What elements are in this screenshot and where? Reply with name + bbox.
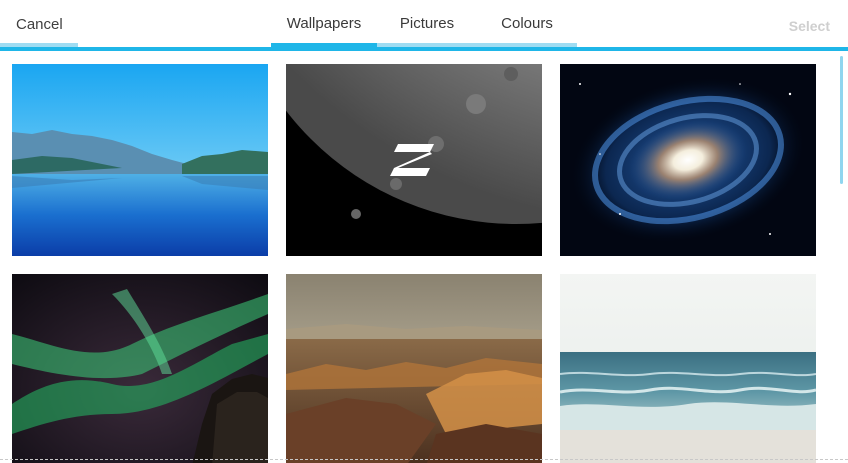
galaxy-image [560, 64, 816, 256]
wallpaper-grid [12, 64, 816, 463]
bottom-divider [0, 459, 848, 460]
tab-colours[interactable]: Colours [477, 0, 577, 47]
wallpaper-thumb-moon[interactable] [286, 64, 542, 256]
cancel-button[interactable]: Cancel [16, 16, 63, 34]
lake-mountains-image [12, 64, 268, 256]
tab-colours-label: Colours [501, 15, 553, 32]
wallpaper-thumb-aurora[interactable] [12, 274, 268, 463]
wallpaper-thumb-lake-mountains[interactable] [12, 64, 268, 256]
scrollbar-thumb[interactable] [840, 56, 843, 184]
wallpaper-thumb-sea[interactable] [560, 274, 816, 463]
select-button[interactable]: Select [789, 17, 830, 35]
tab-wallpapers-label: Wallpapers [286, 15, 362, 32]
tab-bar: Wallpapers Pictures Colours [271, 0, 577, 47]
moon-image [286, 64, 542, 256]
aurora-image [12, 274, 268, 463]
header-bar: Cancel Wallpapers Pictures Colours Selec… [0, 0, 848, 51]
wallpaper-thumb-galaxy[interactable] [560, 64, 816, 256]
tab-pictures[interactable]: Pictures [377, 0, 477, 47]
canyon-image [286, 274, 542, 463]
sea-image [560, 274, 816, 463]
tab-wallpapers[interactable]: Wallpapers [271, 0, 377, 47]
tab-pictures-label: Pictures [399, 15, 455, 32]
header-divider [0, 47, 848, 51]
wallpaper-thumb-canyon[interactable] [286, 274, 542, 463]
